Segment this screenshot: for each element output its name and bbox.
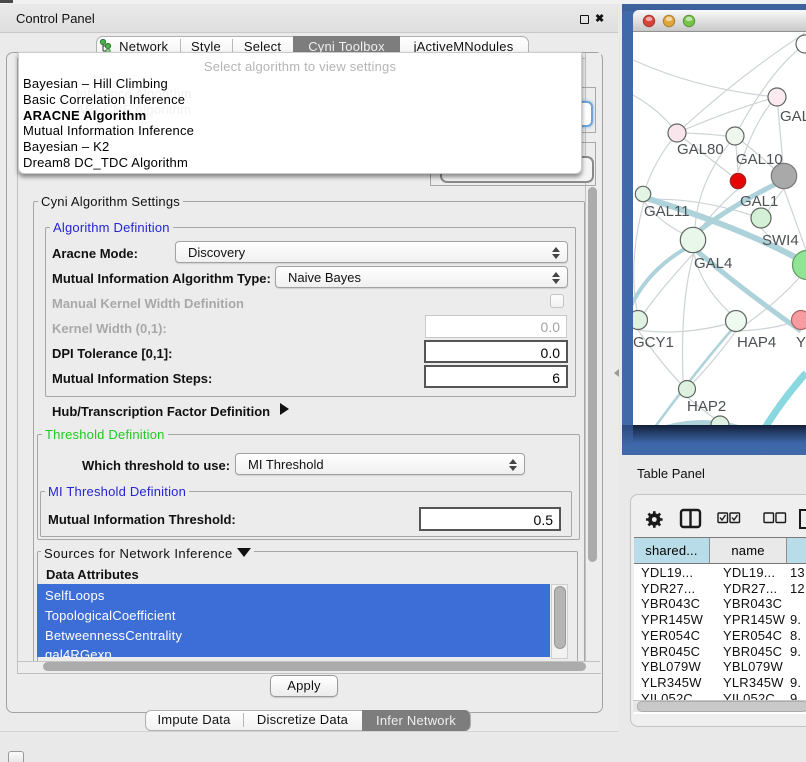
svg-text:YE: YE	[796, 334, 806, 351]
svg-text:GAL11: GAL11	[644, 203, 690, 220]
svg-text:GAL4: GAL4	[694, 255, 732, 272]
svg-text:GCY1: GCY1	[633, 334, 674, 351]
svg-text:GAL10: GAL10	[736, 151, 783, 168]
svg-text:GAL: GAL	[780, 108, 806, 125]
svg-text:GAL1: GAL1	[740, 193, 778, 210]
svg-text:GAL80: GAL80	[677, 141, 724, 158]
svg-text:HAP2: HAP2	[687, 398, 726, 415]
svg-text:HAP4: HAP4	[737, 334, 776, 351]
svg-text:SWI4: SWI4	[762, 232, 799, 249]
